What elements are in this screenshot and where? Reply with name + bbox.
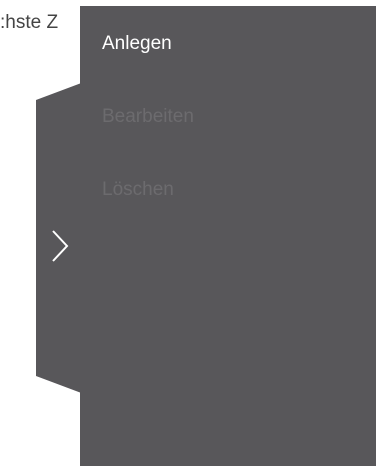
menu-item-anlegen[interactable]: Anlegen (102, 32, 194, 56)
chevron-right-icon[interactable] (49, 228, 71, 264)
context-menu-panel: Anlegen Bearbeiten Löschen (80, 6, 376, 466)
menu-item-loeschen: Löschen (102, 179, 174, 200)
action-menu: Anlegen Bearbeiten Löschen (102, 32, 194, 251)
menu-item-bearbeiten: Bearbeiten (102, 106, 194, 127)
background-heading-partial: :hste Z (0, 12, 59, 33)
